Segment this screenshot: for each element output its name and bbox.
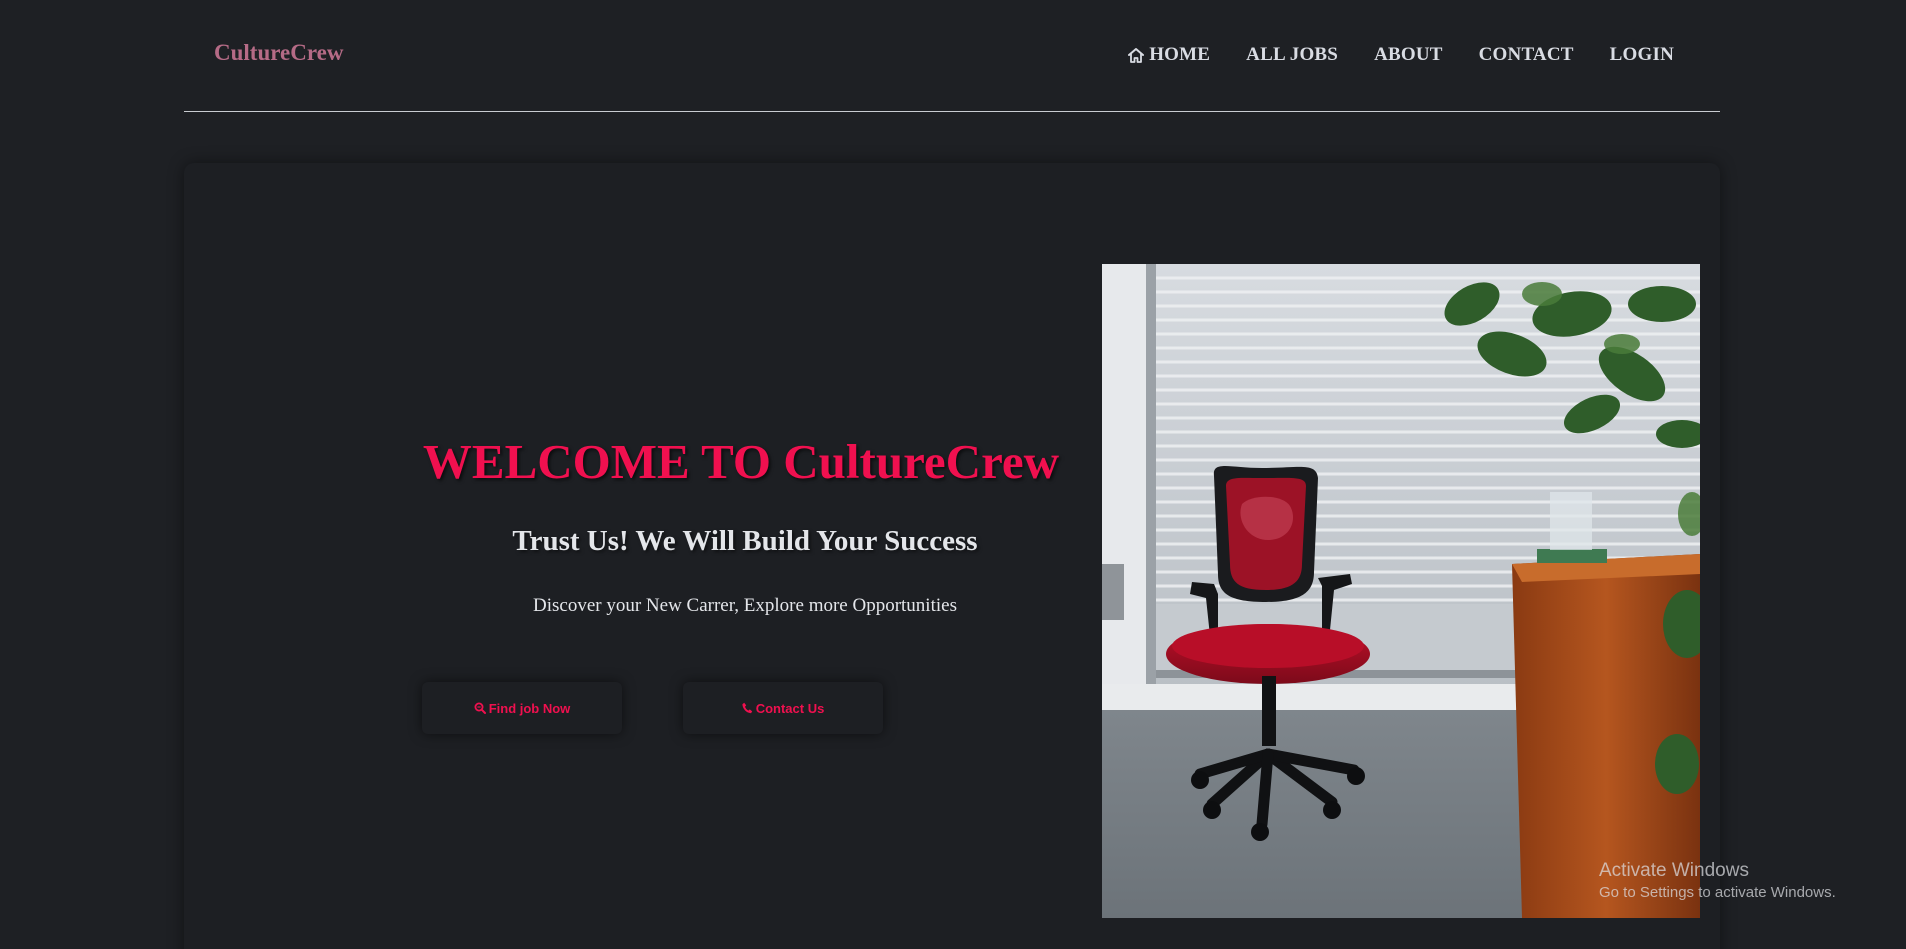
watermark-title: Activate Windows	[1599, 860, 1749, 881]
find-job-label: Find job Now	[488, 700, 571, 716]
navbar: CultureCrew HOME ALL JOBS ABOUT CONTACT …	[184, 0, 1720, 112]
find-job-button[interactable]: Find job Now	[422, 682, 622, 734]
nav-home-label: HOME	[1149, 44, 1211, 65]
nav-all-jobs[interactable]: ALL JOBS	[1246, 44, 1338, 66]
contact-us-label: Contact Us	[755, 700, 825, 716]
nav-login[interactable]: LOGIN	[1610, 44, 1674, 66]
office-chair-photo	[1102, 264, 1700, 918]
home-icon	[1128, 47, 1145, 63]
nav-contact[interactable]: CONTACT	[1479, 44, 1574, 66]
watermark-subtitle: Go to Settings to activate Windows.	[1599, 884, 1836, 901]
windows-activation-watermark: Activate Windows Go to Settings to activ…	[1599, 860, 1836, 904]
nav-home[interactable]: HOME	[1127, 44, 1210, 66]
contact-us-button[interactable]: Contact Us	[683, 682, 883, 734]
nav-links: HOME ALL JOBS ABOUT CONTACT LOGIN	[1127, 44, 1674, 66]
search-icon	[474, 702, 486, 714]
phone-icon	[742, 702, 752, 714]
hero-card: WELCOME TO CultureCrew Trust Us! We Will…	[184, 163, 1720, 949]
page: CultureCrew HOME ALL JOBS ABOUT CONTACT …	[0, 0, 1906, 949]
nav-about[interactable]: ABOUT	[1374, 44, 1443, 66]
brand-logo[interactable]: CultureCrew	[214, 40, 343, 66]
hero-title-text: WELCOME TO CultureCrew	[422, 434, 1060, 489]
